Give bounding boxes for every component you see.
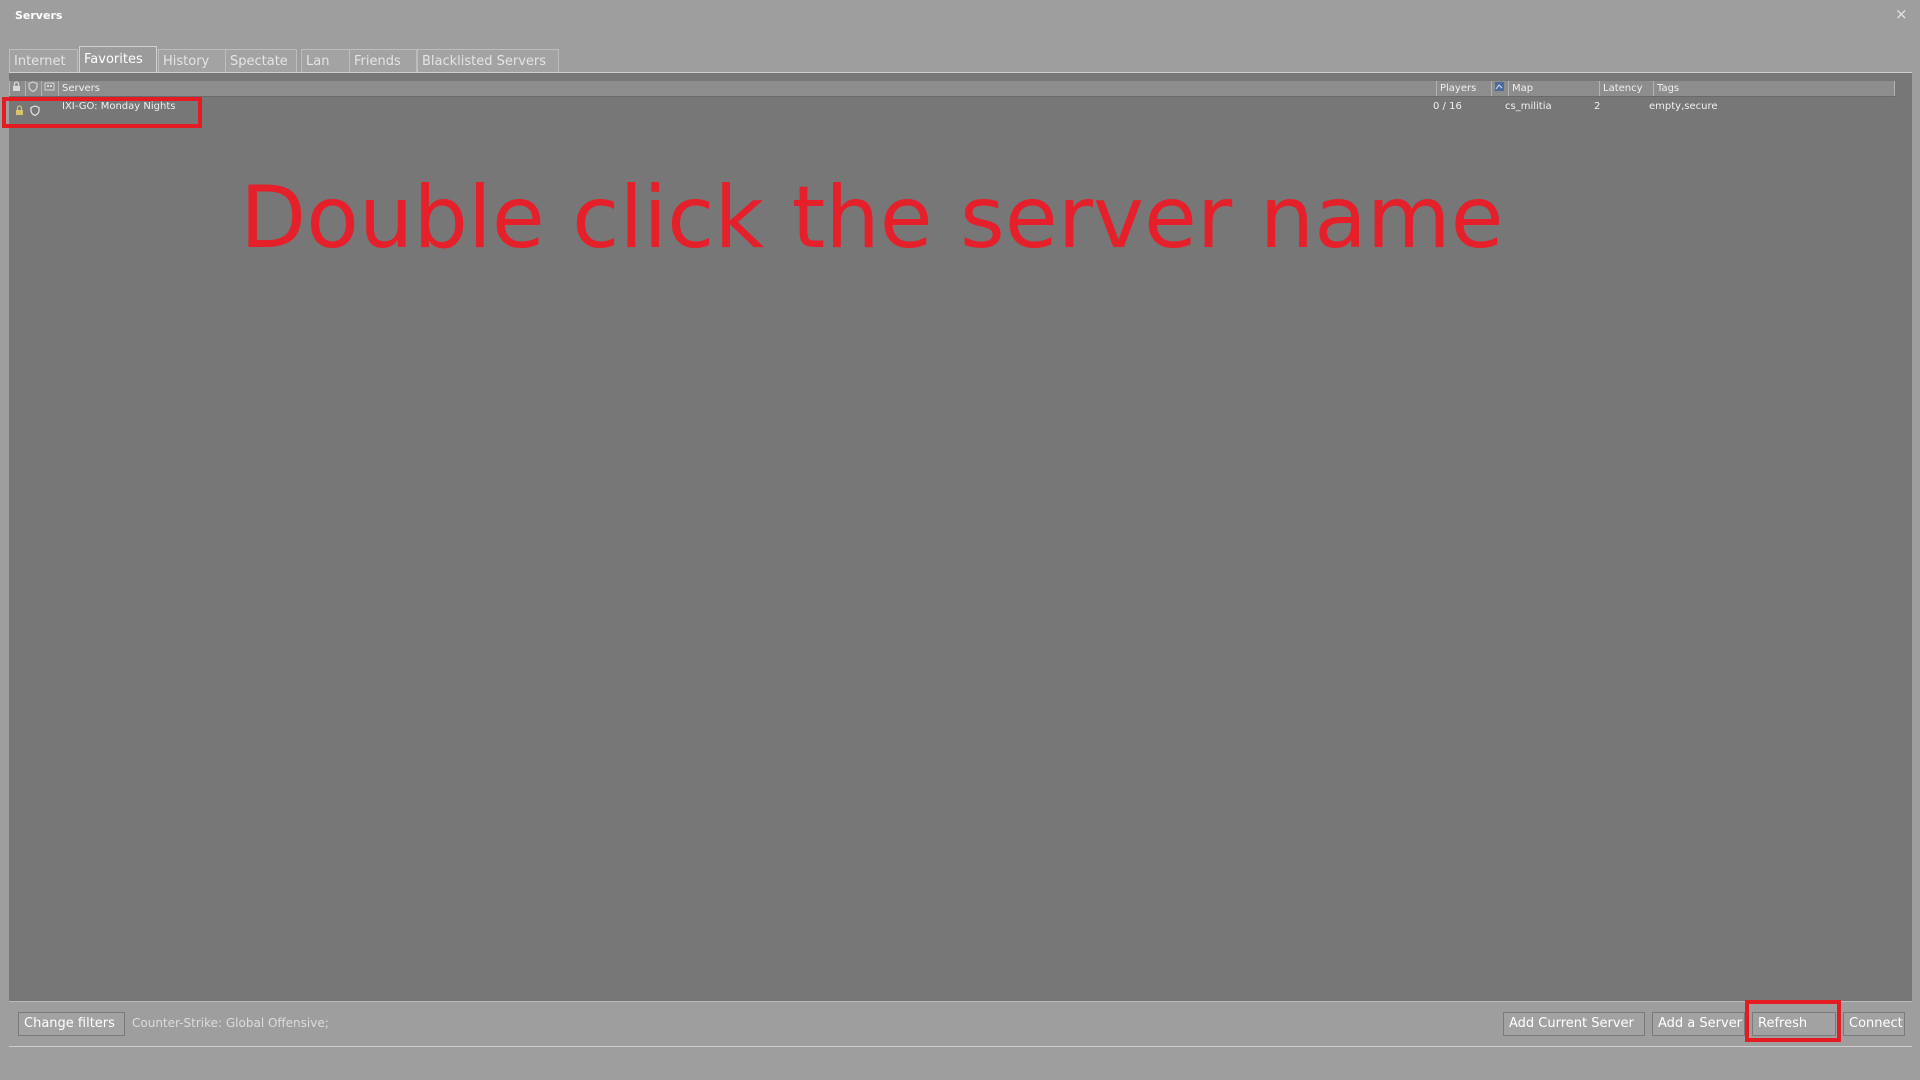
servers-window: Servers × Internet Favorites History Spe… — [0, 0, 1920, 1080]
add-current-server-button[interactable]: Add Current Server — [1503, 1012, 1645, 1036]
col-map[interactable]: Map — [1508, 81, 1599, 96]
col-bots[interactable] — [41, 81, 58, 96]
tab-friends[interactable]: Friends — [349, 49, 417, 72]
server-latency: 2 — [1594, 101, 1601, 112]
close-icon[interactable]: × — [1895, 5, 1908, 23]
col-players[interactable]: Players — [1436, 81, 1491, 96]
col-latency[interactable]: Latency — [1599, 81, 1653, 96]
col-lock[interactable] — [9, 81, 25, 96]
tab-internet[interactable]: Internet — [9, 49, 78, 72]
col-map-icon[interactable] — [1491, 81, 1508, 96]
refresh-highlight-box — [1745, 1000, 1841, 1042]
table-row[interactable]: IXI-GO: Monday Nights 0 / 16 cs_militia … — [9, 99, 1895, 117]
instruction-annotation: Double click the server name — [240, 168, 1504, 268]
bots-icon — [44, 82, 55, 95]
tab-lan[interactable]: Lan — [301, 49, 356, 72]
filter-summary: Counter-Strike: Global Offensive; — [132, 1016, 329, 1030]
tab-history[interactable]: History — [158, 49, 232, 72]
tab-blacklisted-servers[interactable]: Blacklisted Servers — [417, 49, 559, 72]
bottom-divider — [9, 1046, 1912, 1047]
column-header: Servers Players Map Latency Tags — [9, 81, 1895, 97]
map-icon — [1494, 82, 1505, 95]
change-filters-button[interactable]: Change filters — [18, 1012, 125, 1036]
shield-icon — [28, 81, 38, 95]
server-name-highlight-box — [2, 97, 202, 128]
window-title: Servers — [15, 9, 63, 22]
lock-icon — [12, 81, 21, 95]
col-servers[interactable]: Servers — [58, 81, 1436, 96]
col-tags[interactable]: Tags — [1653, 81, 1895, 96]
footer-bar: Change filters Counter-Strike: Global Of… — [9, 1001, 1912, 1048]
server-players: 0 / 16 — [1433, 101, 1462, 112]
tab-spectate[interactable]: Spectate — [225, 49, 297, 72]
tab-favorites[interactable]: Favorites — [79, 46, 157, 73]
add-a-server-button[interactable]: Add a Server — [1652, 1012, 1745, 1036]
connect-button[interactable]: Connect — [1843, 1012, 1905, 1036]
col-secure[interactable] — [25, 81, 41, 96]
server-tags: empty,secure — [1649, 101, 1718, 112]
server-map: cs_militia — [1505, 101, 1552, 112]
